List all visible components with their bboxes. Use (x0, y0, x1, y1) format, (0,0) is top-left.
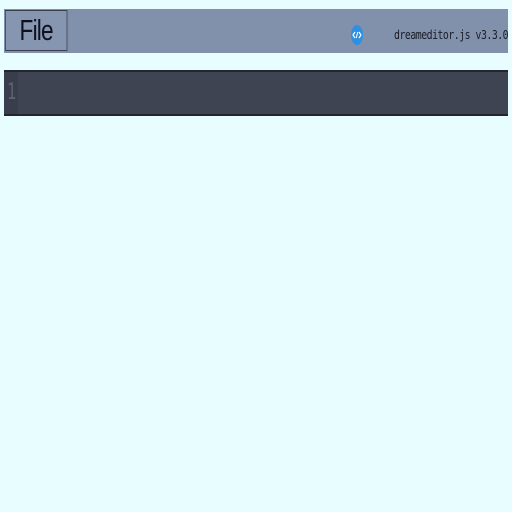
app-window: File dreameditor.js v3.3.0 1 (0, 0, 512, 512)
code-icon (350, 25, 363, 45)
brand-version-text: dreameditor.js v3.3.0 (393, 28, 509, 42)
file-menu-button[interactable]: File (5, 10, 68, 51)
brand: dreameditor.js v3.3.0 (350, 24, 509, 46)
line-number-gutter: 1 (4, 72, 18, 114)
line-number: 1 (7, 80, 17, 105)
code-input-area[interactable] (18, 72, 508, 114)
toolbar: File dreameditor.js v3.3.0 (4, 9, 508, 53)
code-editor[interactable]: 1 (4, 70, 508, 116)
